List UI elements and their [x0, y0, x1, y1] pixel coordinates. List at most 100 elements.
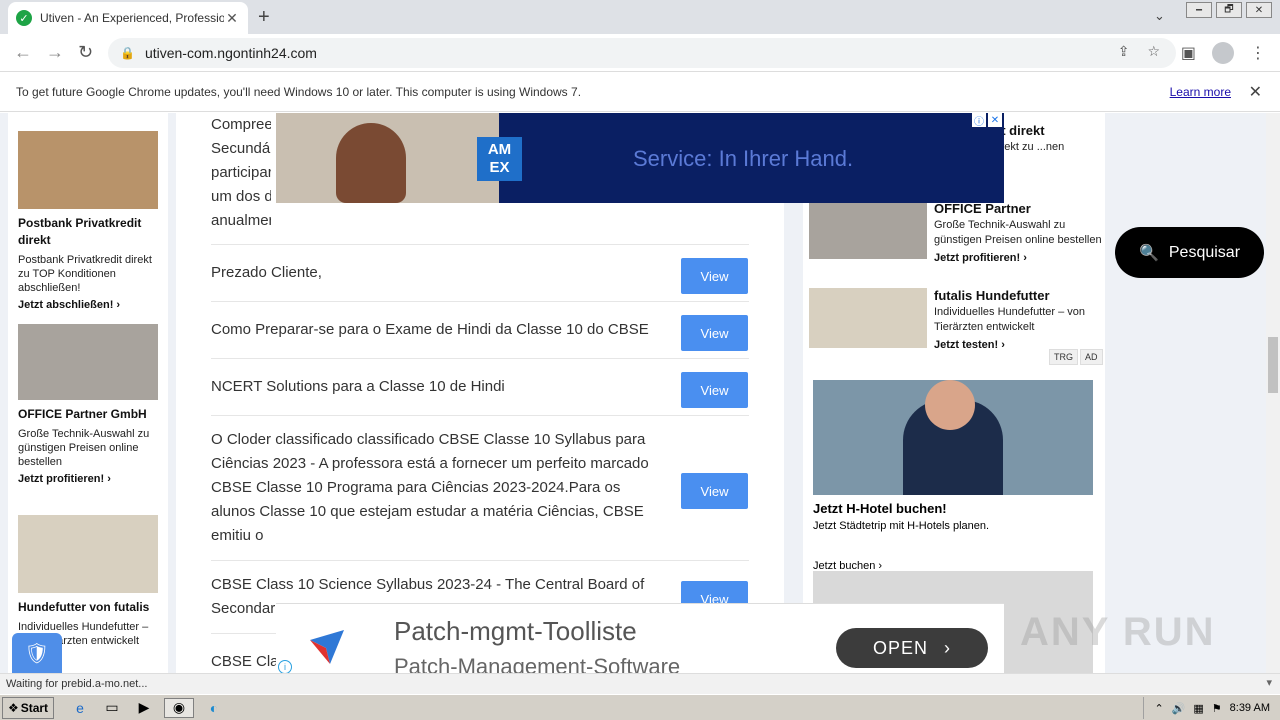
ad-office-partner[interactable]: OFFICE Partner GmbH Große Technik-Auswah…: [18, 324, 158, 485]
url-text[interactable]: utiven-com.ngontinh24.com: [145, 45, 317, 61]
head-shape: [925, 380, 975, 430]
status-bar: Waiting for prebid.a-mo.net...: [0, 673, 1280, 694]
ad-desc: Große Technik-Auswahl zu günstigen Preis…: [934, 219, 1102, 246]
scroll-down-icon[interactable]: ▾: [1266, 676, 1272, 689]
ad-postbank[interactable]: Postbank Privatkredit direkt Postbank Pr…: [18, 131, 158, 311]
window-controls: 🗕 🗗 ✕: [1186, 2, 1272, 18]
amex-banner-ad[interactable]: AM EX Service: In Ihrer Hand. ⓘ ✕: [276, 113, 1004, 203]
ad-futalis[interactable]: Hundefutter von futalis Individuelles Hu…: [18, 515, 158, 648]
list-item-text[interactable]: O Cloder classificado classificado CBSE …: [211, 428, 666, 548]
toolbar: ← → ↻ 🔒 utiven-com.ngontinh24.com ⇪ ☆ ▣ …: [0, 34, 1280, 72]
ad-desc: Große Technik-Auswahl zu günstigen Preis…: [18, 428, 150, 468]
list-item: Prezado Cliente, View: [211, 244, 749, 301]
ad-text: Service: In Ihrer Hand.: [633, 146, 854, 171]
ad-image: [809, 203, 927, 259]
edge-icon[interactable]: ◐: [202, 698, 226, 718]
profile-avatar[interactable]: [1212, 42, 1234, 64]
back-arrow-icon[interactable]: ←: [14, 42, 32, 63]
ad-title: Jetzt H-Hotel buchen!: [813, 501, 947, 516]
share-icon[interactable]: ⇪: [1118, 43, 1130, 60]
view-button[interactable]: View: [681, 372, 748, 408]
person-shape: [336, 123, 406, 203]
watermark-logo: ANY RUN: [1020, 610, 1216, 654]
bookmark-star-icon[interactable]: ☆: [1147, 43, 1160, 60]
volume-icon[interactable]: 🔊: [1172, 702, 1186, 715]
tab-strip: ✓ Utiven - An Experienced, Professional …: [0, 0, 1280, 34]
ad-info-icon[interactable]: ⓘ: [972, 113, 986, 128]
ad-tag[interactable]: AD: [1080, 349, 1103, 365]
tab-title: Utiven - An Experienced, Professional: [40, 11, 224, 25]
network-icon[interactable]: ▦: [1193, 702, 1203, 715]
ad-info-icon[interactable]: i: [278, 660, 292, 673]
ad-cta[interactable]: Jetzt profitieren! ›: [934, 252, 1104, 264]
search-button-label: Pesquisar: [1168, 243, 1241, 261]
ad-text: futalis Hundefutter Individuelles Hundef…: [934, 288, 1104, 351]
list-item: NCERT Solutions para a Classe 10 de Hind…: [211, 358, 749, 415]
ad-tag[interactable]: TRG: [1049, 349, 1078, 365]
lock-icon[interactable]: 🔒: [120, 46, 135, 60]
list-item: Como Preparar-se para o Exame de Hindi d…: [211, 301, 749, 358]
ad-image: [813, 380, 1093, 495]
address-bar[interactable]: 🔒 utiven-com.ngontinh24.com: [108, 38, 1176, 68]
infobar-message: To get future Google Chrome updates, you…: [16, 84, 582, 99]
ad-subtitle: Patch-Management-Software: [394, 654, 681, 673]
tray-expand-icon[interactable]: ⌃: [1154, 702, 1163, 715]
search-button[interactable]: 🔍 Pesquisar: [1115, 227, 1264, 278]
system-tray: ⌃ 🔊 ▦ ⚑ 8:39 AM: [1143, 697, 1280, 719]
restore-button[interactable]: 🗗: [1216, 2, 1242, 18]
ad-futalis-right[interactable]: futalis Hundefutter Individuelles Hundef…: [809, 288, 1099, 358]
ad-title: Hundefutter von futalis: [18, 600, 150, 614]
menu-kebab-icon[interactable]: ⋮: [1250, 43, 1266, 63]
reload-icon[interactable]: ↻: [78, 42, 93, 63]
view-button[interactable]: View: [681, 258, 748, 294]
folder-icon[interactable]: ▭: [100, 698, 124, 718]
ad-photo: [276, 113, 499, 203]
ad-image: [18, 131, 158, 209]
ad-title: OFFICE Partner: [934, 201, 1031, 216]
side-panel-icon[interactable]: ▣: [1181, 43, 1196, 63]
amex-logo: AM EX: [477, 137, 522, 181]
shield-icon[interactable]: 🛡: [12, 633, 62, 673]
patch-mgmt-banner-ad[interactable]: Patch-mgmt-Toolliste Patch-Management-So…: [276, 603, 1004, 673]
clock[interactable]: 8:39 AM: [1230, 702, 1270, 714]
ad-title: OFFICE Partner GmbH: [18, 407, 147, 421]
site-check-icon: ✓: [16, 10, 32, 26]
tab-close-icon[interactable]: ✕: [224, 10, 240, 27]
ad-tags: TRG AD: [1049, 349, 1103, 365]
flag-icon[interactable]: ⚑: [1212, 702, 1222, 715]
list-item: O Cloder classificado classificado CBSE …: [211, 415, 749, 560]
ad-h-hotel[interactable]: Jetzt H-Hotel buchen! Jetzt Städtetrip m…: [813, 380, 1095, 572]
list-item-text[interactable]: Como Preparar-se para o Exame de Hindi d…: [211, 318, 666, 342]
ad-office-partner-right[interactable]: OFFICE Partner Große Technik-Auswahl zu …: [809, 201, 1102, 281]
view-button[interactable]: View: [681, 315, 748, 351]
ad-image: [18, 324, 158, 400]
open-button[interactable]: OPEN ›: [836, 628, 988, 668]
view-button[interactable]: View: [681, 473, 748, 509]
ie-icon[interactable]: e: [68, 698, 92, 718]
ad-image: [18, 515, 158, 593]
ad-desc: Jetzt Städtetrip mit H-Hotels planen.: [813, 520, 990, 532]
ad-title: futalis Hundefutter: [934, 288, 1050, 303]
minimize-button[interactable]: 🗕: [1186, 2, 1212, 18]
ad-image: [809, 288, 927, 348]
ad-close-icon[interactable]: ✕: [988, 113, 1002, 127]
forward-arrow-icon[interactable]: →: [46, 42, 64, 63]
tab-utiven[interactable]: ✓ Utiven - An Experienced, Professional …: [8, 2, 248, 34]
new-tab-button[interactable]: +: [258, 6, 270, 29]
list-item-text[interactable]: NCERT Solutions para a Classe 10 de Hind…: [211, 375, 666, 399]
ad-cta[interactable]: Jetzt profitieren! ›: [18, 473, 158, 485]
search-icon: 🔍: [1138, 244, 1159, 262]
learn-more-link[interactable]: Learn more: [1170, 85, 1231, 99]
vertical-scrollbar[interactable]: [1266, 113, 1280, 673]
scrollbar-thumb[interactable]: [1268, 337, 1278, 393]
tab-search-icon[interactable]: ⌄: [1154, 8, 1165, 24]
close-window-button[interactable]: ✕: [1246, 2, 1272, 18]
ad-title: Postbank Privatkredit direkt: [18, 216, 142, 247]
start-button[interactable]: ❖ Start: [2, 696, 54, 719]
ad-cta[interactable]: Jetzt abschließen! ›: [18, 299, 158, 311]
chrome-icon[interactable]: ◉: [164, 697, 194, 718]
infobar-close-icon[interactable]: ✕: [1249, 82, 1262, 102]
list-item-text[interactable]: Prezado Cliente,: [211, 261, 666, 285]
ad-text: OFFICE Partner Große Technik-Auswahl zu …: [934, 201, 1104, 264]
media-player-icon[interactable]: ▶: [132, 698, 156, 718]
